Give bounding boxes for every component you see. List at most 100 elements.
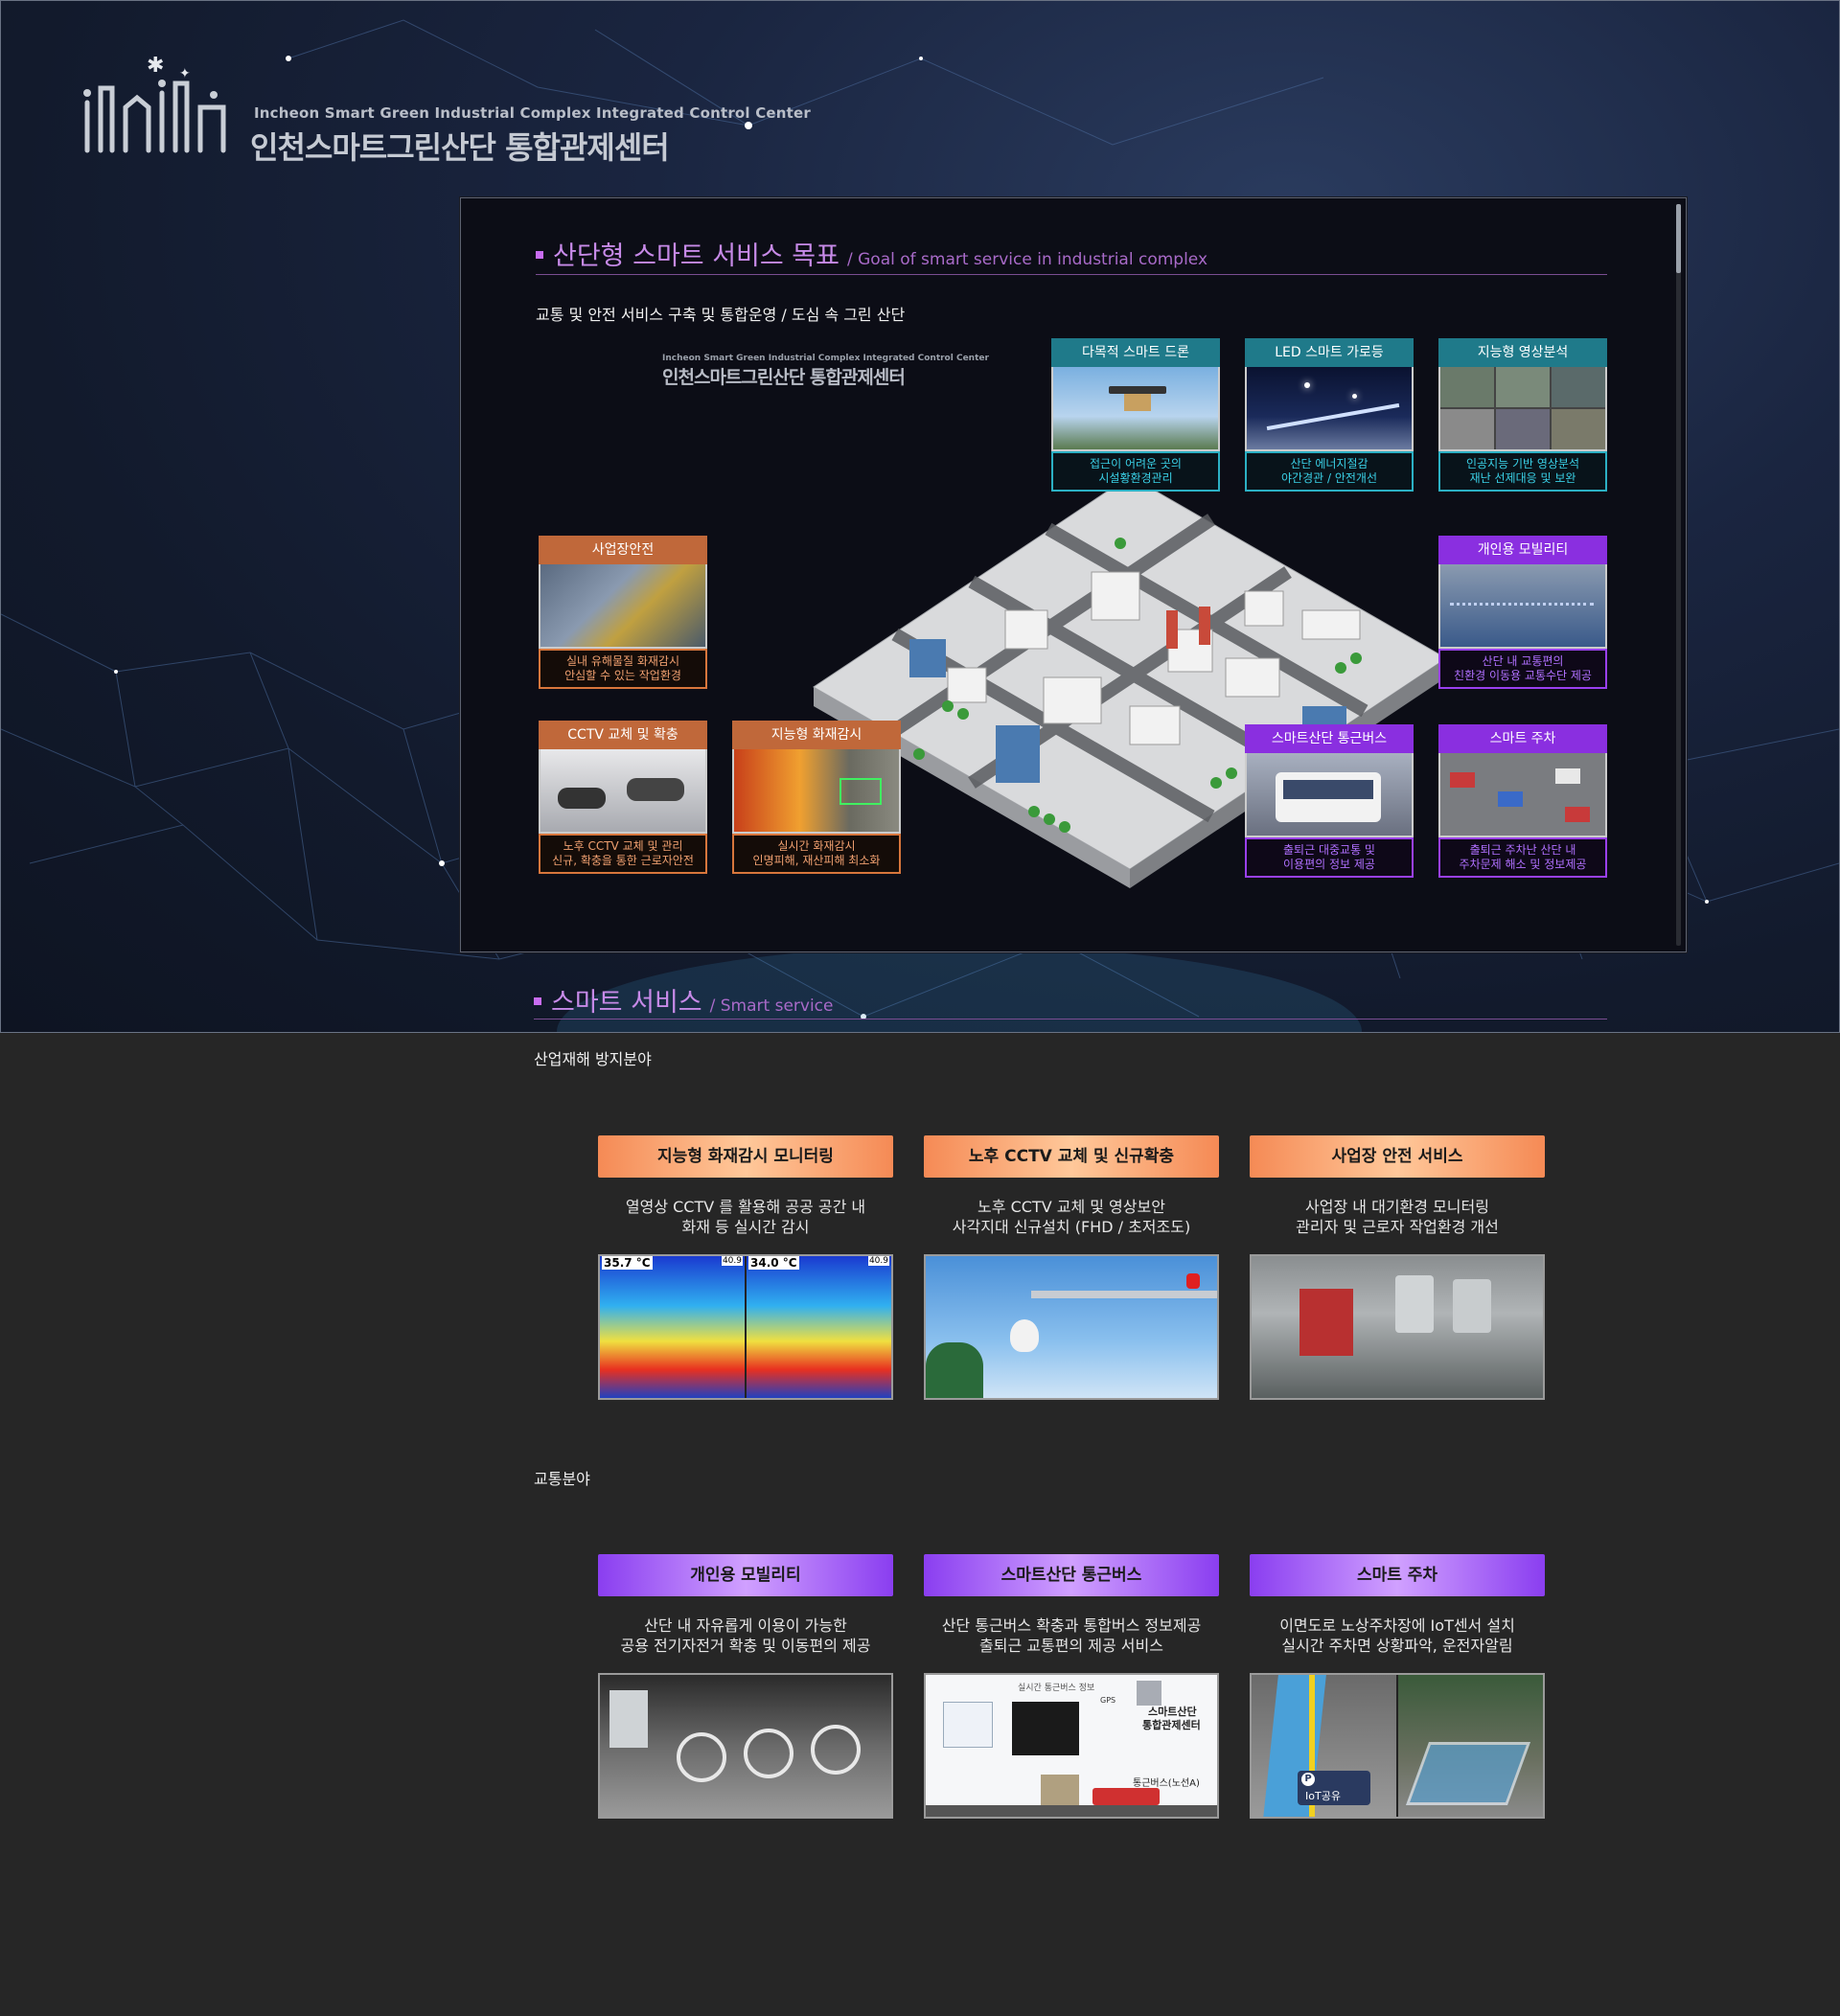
tile-caption-line1: 출퇴근 주차난 산단 내 [1469, 843, 1576, 857]
service-description: 사업장 내 대기환경 모니터링 관리자 및 근로자 작업환경 개선 [1250, 1197, 1545, 1239]
bus-info-diagram: 실시간 통근버스 정보 스마트산단 통합관제센터 GPS 통근버스(노선A) [924, 1673, 1219, 1819]
tile-caption-line2: 시설황환경관리 [1098, 471, 1173, 485]
goal-subtitle: 교통 및 안전 서비스 구축 및 통합운영 / 도심 속 그린 산단 [536, 306, 906, 324]
tile-title: LED 스마트 가로등 [1245, 338, 1414, 367]
tile-caption-line2: 신규, 확충을 통한 근로자안전 [552, 854, 694, 867]
category-industrial-safety: 산업재해 방지분야 [534, 1050, 652, 1068]
tile-title: 스마트 주차 [1438, 724, 1607, 753]
tile-caption-line2: 인명피해, 재산피해 최소화 [752, 854, 881, 867]
goal-title-rule [536, 274, 1607, 275]
service-commuter-bus[interactable]: 스마트산단 통근버스 산단 통근버스 확충과 통합버스 정보제공출퇴근 교통편의… [924, 1554, 1219, 1819]
tile-video-analysis[interactable]: 지능형 영상분석 인공지능 기반 영상분석 재난 선제대응 및 보완 [1438, 338, 1607, 492]
tile-title: 스마트산단 통근버스 [1245, 724, 1414, 753]
desc-line1: 노후 CCTV 교체 및 영상보안 [978, 1198, 1165, 1216]
drone-image [1051, 367, 1220, 451]
goal-panel: 산단형 스마트 서비스 목표 / Goal of smart service i… [460, 197, 1687, 952]
bikes-image [1438, 564, 1607, 649]
tile-personal-mobility[interactable]: 개인용 모빌리티 산단 내 교통편의 친환경 이동용 교통수단 제공 [1438, 536, 1607, 689]
tile-caption-line2: 이용편의 정보 제공 [1283, 858, 1375, 871]
map-logo-en: Incheon Smart Green Industrial Complex I… [662, 354, 989, 363]
tile-commuter-bus[interactable]: 스마트산단 통근버스 출퇴근 대중교통 및 이용편의 정보 제공 [1245, 724, 1414, 878]
tile-drone[interactable]: 다목적 스마트 드론 접근이 어려운 곳의 시설황환경관리 [1051, 338, 1220, 492]
tile-caption-line1: 인공지능 기반 영상분석 [1465, 457, 1580, 470]
thermal-temp-2: 34.0 °C [748, 1256, 799, 1270]
service-section-title: 스마트 서비스 / Smart service [534, 981, 833, 1019]
tile-caption-line1: 산단 에너지절감 [1290, 457, 1368, 470]
tile-led-streetlight[interactable]: LED 스마트 가로등 산단 에너지절감 야간경관 / 안전개선 [1245, 338, 1414, 492]
service-title-button[interactable]: 개인용 모빌리티 [598, 1554, 893, 1596]
goal-title-en: / Goal of smart service in industrial co… [847, 250, 1208, 269]
service-description: 노후 CCTV 교체 및 영상보안사각지대 신규설치 (FHD / 초저조도) [924, 1197, 1219, 1239]
desc-line1: 산단 내 자유롭게 이용이 가능한 [644, 1616, 847, 1635]
desc-line2: 공용 전기자전거 확충 및 이동편의 제공 [620, 1637, 871, 1655]
service-smart-parking[interactable]: 스마트 주차 이면도로 노상주차장에 IoT센서 설치 실시간 주차면 상황파악,… [1250, 1554, 1545, 1819]
tile-caption-line2: 야간경관 / 안전개선 [1281, 471, 1377, 485]
tile-caption-line2: 주차문제 해소 및 정보제공 [1459, 858, 1587, 871]
cctv-pole-image [924, 1254, 1219, 1400]
video-grid-image [1438, 367, 1607, 451]
tile-caption-line2: 안심할 수 있는 작업환경 [564, 669, 681, 682]
desc-line2: 화재 등 실시간 감시 [681, 1218, 810, 1236]
panel-scrollbar-thumb[interactable] [1676, 204, 1681, 273]
tile-caption-line1: 접근이 어려운 곳의 [1090, 457, 1182, 470]
service-description: 열영상 CCTV 를 활용해 공공 공간 내화재 등 실시간 감시 [598, 1197, 893, 1239]
service-cctv-replacement[interactable]: 노후 CCTV 교체 및 신규확충 노후 CCTV 교체 및 영상보안사각지대 … [924, 1135, 1219, 1400]
factory-image [539, 564, 707, 649]
map-logo-ko: 인천스마트그린산단 통합관제센터 [662, 367, 906, 388]
service-title-button[interactable]: 지능형 화재감시 모니터링 [598, 1135, 893, 1178]
tile-caption-line2: 재난 선제대응 및 보완 [1469, 471, 1576, 485]
tile-caption-line1: 노후 CCTV 교체 및 관리 [563, 839, 683, 853]
diagram-center-2: 통합관제센터 [1142, 1719, 1201, 1731]
service-title-button[interactable]: 사업장 안전 서비스 [1250, 1135, 1545, 1178]
factory-equipment-image [1250, 1254, 1545, 1400]
diagram-gps: GPS [1100, 1696, 1116, 1705]
desc-line1: 산단 통근버스 확충과 통합버스 정보제공 [941, 1616, 1202, 1635]
thermal-image: 35.7 °C 40.9 34.0 °C 40.9 [598, 1254, 893, 1400]
parking-sensor-image: P IoT공유 [1250, 1673, 1545, 1819]
service-workplace-safety[interactable]: 사업장 안전 서비스 사업장 내 대기환경 모니터링 관리자 및 근로자 작업환경… [1250, 1135, 1545, 1400]
service-fire-monitoring[interactable]: 지능형 화재감시 모니터링 열영상 CCTV 를 활용해 공공 공간 내화재 등… [598, 1135, 893, 1400]
hero-background: ✱ ✦ Incheon Smart Green Industrial Compl… [0, 0, 1840, 1033]
service-description: 이면도로 노상주차장에 IoT센서 설치 실시간 주차면 상황파악, 운전자알림 [1250, 1615, 1545, 1658]
thermal-temp-1: 35.7 °C [602, 1256, 653, 1270]
desc-line1: 사업장 내 대기환경 모니터링 [1305, 1198, 1489, 1216]
iot-label: IoT공유 [1305, 1790, 1341, 1802]
tile-workplace-safety[interactable]: 사업장안전 실내 유해물질 화재감시 안심할 수 있는 작업환경 [539, 536, 707, 689]
goal-section-title: 산단형 스마트 서비스 목표 / Goal of smart service i… [536, 235, 1208, 272]
thermal-max-2: 40.9 [867, 1256, 889, 1266]
service-title-en: / Smart service [709, 997, 834, 1016]
brand-logo[interactable]: ✱ ✦ Incheon Smart Green Industrial Compl… [80, 55, 811, 166]
tile-cctv[interactable]: CCTV 교체 및 확충 노후 CCTV 교체 및 관리 신규, 확충을 통한 근… [539, 721, 707, 874]
tile-fire-monitoring[interactable]: 지능형 화재감시 실시간 화재감시 인명피해, 재산피해 최소화 [732, 721, 901, 874]
brand-name-en: Incheon Smart Green Industrial Complex I… [254, 104, 811, 122]
svg-text:✱: ✱ [147, 55, 164, 78]
tile-caption-line1: 실시간 화재감시 [777, 839, 856, 853]
desc-line1: 이면도로 노상주차장에 IoT센서 설치 [1279, 1616, 1515, 1635]
tile-caption-line1: 실내 유해물질 화재감시 [565, 654, 680, 668]
panel-scroll-track[interactable] [1676, 204, 1681, 946]
tile-title: 사업장안전 [539, 536, 707, 564]
desc-line2: 사각지대 신규설치 (FHD / 초저조도) [952, 1218, 1191, 1236]
parking-p-icon: P [1301, 1773, 1315, 1786]
skyline-logo-icon: ✱ ✦ [83, 55, 226, 153]
service-description: 산단 내 자유롭게 이용이 가능한공용 전기자전거 확충 및 이동편의 제공 [598, 1615, 893, 1658]
service-personal-mobility[interactable]: 개인용 모빌리티 산단 내 자유롭게 이용이 가능한공용 전기자전거 확충 및 … [598, 1554, 893, 1819]
tile-title: 지능형 영상분석 [1438, 338, 1607, 367]
service-title-button[interactable]: 노후 CCTV 교체 및 신규확충 [924, 1135, 1219, 1178]
fire-image [732, 749, 901, 834]
tile-smart-parking[interactable]: 스마트 주차 출퇴근 주차난 산단 내 주차문제 해소 및 정보제공 [1438, 724, 1607, 878]
diagram-header: 실시간 통근버스 정보 [1018, 1684, 1095, 1693]
diagram-bus-label: 통근버스(노선A) [1133, 1778, 1200, 1789]
desc-line1: 열영상 CCTV 를 활용해 공공 공간 내 [625, 1198, 866, 1216]
parking-image [1438, 753, 1607, 837]
tile-title: CCTV 교체 및 확충 [539, 721, 707, 749]
service-title-button[interactable]: 스마트산단 통근버스 [924, 1554, 1219, 1596]
tile-caption-line1: 출퇴근 대중교통 및 [1283, 843, 1375, 857]
tile-title: 다목적 스마트 드론 [1051, 338, 1220, 367]
thermal-max-1: 40.9 [721, 1256, 743, 1266]
desc-line2: 출퇴근 교통편의 제공 서비스 [979, 1637, 1163, 1655]
service-title-button[interactable]: 스마트 주차 [1250, 1554, 1545, 1596]
tile-title: 지능형 화재감시 [732, 721, 901, 749]
bus-image [1245, 753, 1414, 837]
goal-title-ko: 산단형 스마트 서비스 목표 [553, 241, 840, 271]
